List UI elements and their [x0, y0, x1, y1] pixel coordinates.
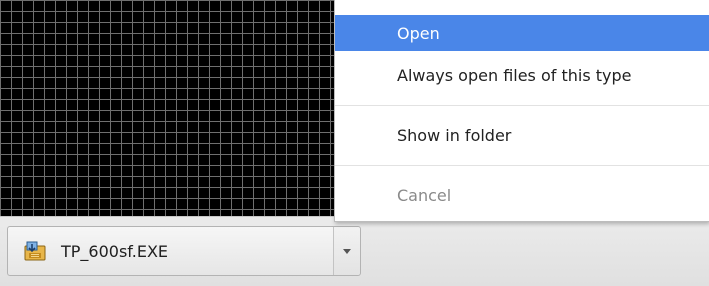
menu-item-cancel: Cancel	[335, 177, 709, 213]
menu-item-label: Always open files of this type	[397, 65, 632, 85]
menu-separator	[335, 105, 709, 106]
background-grid	[0, 0, 336, 216]
menu-item-open[interactable]: Open	[335, 15, 709, 51]
screen: TP_600sf.EXE Open Always open files of t…	[0, 0, 709, 286]
menu-item-label: Open	[397, 23, 440, 43]
download-menu-button[interactable]	[333, 227, 360, 275]
download-shelf: TP_600sf.EXE	[0, 216, 709, 286]
menu-item-show-in-folder[interactable]: Show in folder	[335, 117, 709, 153]
menu-separator	[335, 165, 709, 166]
installer-icon	[23, 240, 47, 262]
menu-item-label: Show in folder	[397, 125, 512, 145]
menu-item-always-open[interactable]: Always open files of this type	[335, 57, 709, 93]
download-item[interactable]: TP_600sf.EXE	[7, 226, 361, 276]
download-item-main[interactable]: TP_600sf.EXE	[8, 227, 334, 275]
menu-item-label: Cancel	[397, 185, 452, 205]
download-file-name: TP_600sf.EXE	[61, 241, 169, 261]
chevron-down-icon	[343, 248, 351, 254]
context-menu: Open Always open files of this type Show…	[334, 0, 709, 222]
